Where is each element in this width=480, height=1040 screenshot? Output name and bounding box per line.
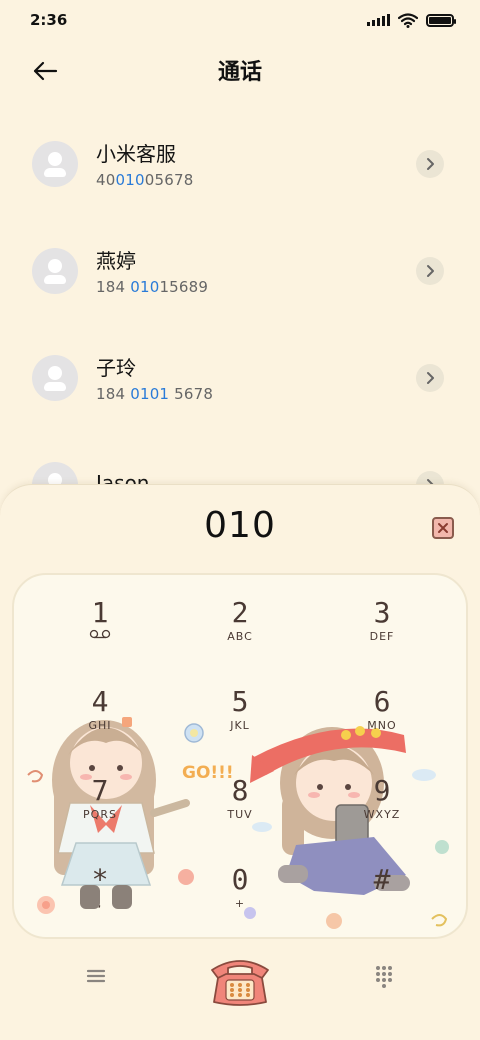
status-icons bbox=[367, 12, 456, 28]
contact-name: 小米客服 bbox=[96, 142, 176, 166]
key-hash[interactable]: # bbox=[312, 864, 452, 937]
backspace-icon bbox=[438, 523, 448, 533]
contact-number: 184 0101 5678 bbox=[96, 385, 214, 403]
status-bar: 2:36 bbox=[0, 0, 480, 40]
header: 通话 bbox=[0, 46, 480, 94]
key-7[interactable]: 7 PQRS bbox=[30, 775, 170, 863]
key-0[interactable]: 0 + bbox=[170, 864, 310, 937]
keypad-grid-icon bbox=[376, 966, 392, 988]
contact-item[interactable]: 燕婷 184 01015689 bbox=[0, 217, 480, 324]
avatar bbox=[32, 354, 78, 401]
menu-button[interactable] bbox=[82, 962, 110, 990]
wifi-icon bbox=[398, 12, 418, 28]
avatar bbox=[32, 140, 78, 187]
bottom-action-bar bbox=[0, 938, 480, 1018]
key-2[interactable]: 2 ABC bbox=[170, 597, 310, 685]
chevron-right-icon bbox=[427, 371, 434, 384]
contact-number: 4001005678 bbox=[96, 171, 194, 189]
arrow-left-icon bbox=[33, 61, 58, 81]
contact-detail-button[interactable] bbox=[416, 363, 444, 392]
key-8[interactable]: 8 TUV bbox=[170, 775, 310, 863]
call-button[interactable] bbox=[206, 948, 274, 1008]
contact-name: 子玲 bbox=[96, 356, 136, 380]
contact-name: 燕婷 bbox=[96, 249, 136, 273]
key-star[interactable]: * , bbox=[30, 864, 170, 937]
keypad: GO!!! 1 2 ABC 3 DEF 4 GHI 5 JKL 6 MNO 7 … bbox=[12, 573, 468, 939]
key-6[interactable]: 6 MNO bbox=[312, 686, 452, 774]
key-5[interactable]: 5 JKL bbox=[170, 686, 310, 774]
back-button[interactable] bbox=[30, 56, 60, 86]
phone-icon bbox=[211, 960, 269, 1006]
key-9[interactable]: 9 WXYZ bbox=[312, 775, 452, 863]
signal-icon bbox=[367, 14, 390, 26]
delete-button[interactable] bbox=[432, 517, 454, 539]
battery-icon bbox=[426, 13, 456, 27]
key-1[interactable]: 1 bbox=[30, 597, 170, 685]
chevron-right-icon bbox=[427, 157, 434, 170]
dial-number-display[interactable]: 010 bbox=[0, 505, 480, 546]
avatar bbox=[32, 247, 78, 294]
contact-detail-button[interactable] bbox=[416, 149, 444, 178]
contact-item[interactable]: 子玲 184 0101 5678 bbox=[0, 324, 480, 431]
key-4[interactable]: 4 GHI bbox=[30, 686, 170, 774]
menu-icon bbox=[86, 969, 106, 983]
contact-detail-button[interactable] bbox=[416, 256, 444, 285]
contact-number: 184 01015689 bbox=[96, 278, 209, 296]
key-3[interactable]: 3 DEF bbox=[312, 597, 452, 685]
page-title: 通话 bbox=[217, 60, 262, 85]
chevron-right-icon bbox=[427, 264, 434, 277]
status-time: 2:36 bbox=[30, 11, 68, 29]
contact-item[interactable]: 小米客服 4001005678 bbox=[0, 110, 480, 217]
keypad-toggle-button[interactable] bbox=[370, 962, 398, 990]
voicemail-icon bbox=[89, 629, 111, 639]
contact-list: 小米客服 4001005678 燕婷 184 01015689 子玲 184 0… bbox=[0, 110, 480, 538]
